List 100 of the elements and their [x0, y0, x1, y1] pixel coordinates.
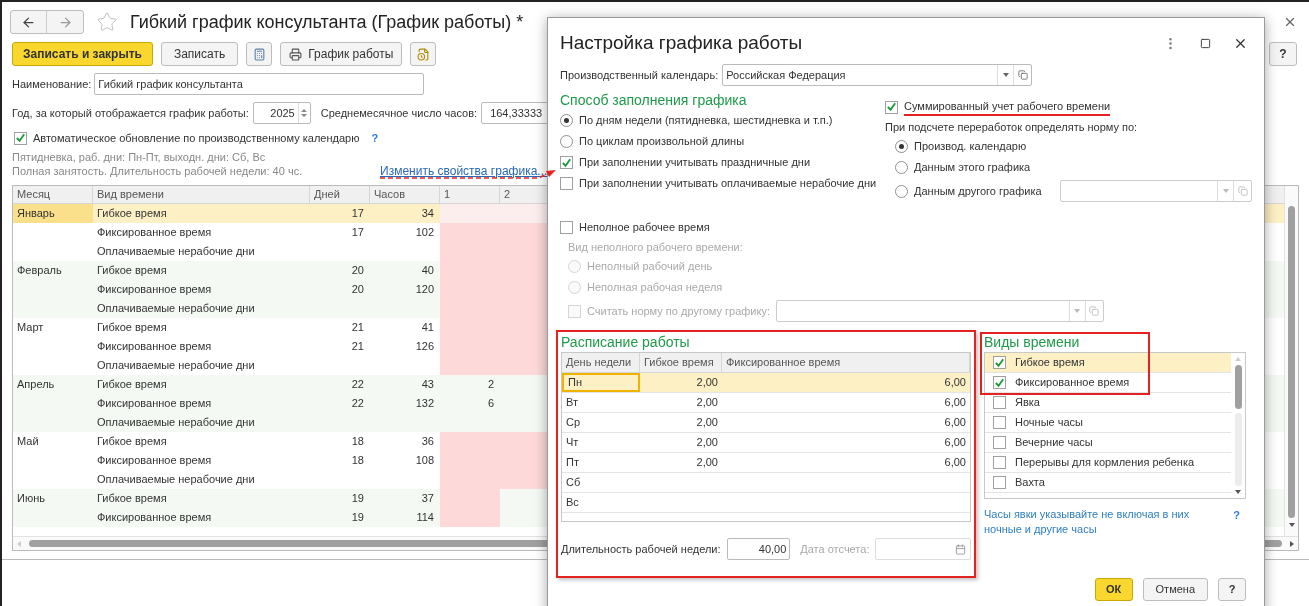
other-norm-field[interactable] — [776, 300, 1104, 322]
week-length-field[interactable]: 40,00 — [726, 538, 791, 560]
list-item[interactable]: Фиксированное время — [985, 373, 1231, 393]
open-icon[interactable] — [1233, 181, 1251, 201]
close-icon[interactable] — [1283, 15, 1297, 29]
checkbox[interactable] — [885, 100, 898, 114]
table-cell-text: 2 — [486, 377, 495, 393]
section-heading: Расписание работы — [561, 332, 691, 352]
column-header[interactable]: Вид времени — [93, 186, 310, 203]
calendar-field[interactable]: Российская Федерация — [722, 64, 1033, 86]
table-cell-text: 2,00 — [695, 375, 719, 391]
list-item[interactable]: Явка — [985, 393, 1231, 413]
table-cell-text: 37 — [420, 491, 435, 507]
scroll-right-icon[interactable] — [1290, 540, 1294, 547]
column-header[interactable]: 1 — [440, 186, 500, 203]
table-row[interactable]: Пн 2,00 6,00 — [562, 373, 970, 393]
radio-button[interactable] — [895, 161, 908, 174]
table-cell-text: 22 — [350, 396, 365, 412]
table-row[interactable]: Вт 2,00 6,00 — [562, 393, 970, 413]
part-time-kind-label: Вид неполного рабочего времени: — [568, 239, 744, 255]
table-cell-text: Май — [16, 434, 40, 450]
help-button[interactable]: ? — [1218, 578, 1246, 601]
checkbox[interactable] — [992, 396, 1006, 409]
checkbox[interactable] — [992, 376, 1006, 389]
checkbox[interactable] — [568, 304, 581, 318]
checkbox[interactable] — [14, 131, 27, 145]
ok-button[interactable]: ОК — [1094, 578, 1133, 601]
radio-button[interactable] — [895, 140, 908, 153]
spin-icon[interactable] — [297, 103, 310, 123]
scrollbar-thumb[interactable] — [1288, 206, 1295, 518]
table-cell-text: Гибкое время — [96, 434, 168, 450]
radio-button[interactable] — [895, 184, 908, 198]
checkbox-label: Суммированный учет рабочего времени — [904, 98, 1111, 116]
vertical-scrollbar[interactable] — [1284, 186, 1298, 536]
checkbox-label: Автоматическое обновление по производственному календарю — [33, 130, 360, 146]
radio-label: Неполная рабочая неделя — [587, 280, 723, 296]
help-button[interactable]: ? — [1269, 42, 1297, 66]
change-properties-link[interactable]: Изменить свойства графика... — [380, 164, 548, 178]
checkbox[interactable] — [992, 356, 1006, 369]
field-label: Длительность рабочей недели: — [561, 541, 721, 557]
checkbox[interactable] — [992, 416, 1006, 429]
checkbox[interactable] — [560, 156, 573, 169]
calculator-button[interactable] — [246, 42, 273, 66]
help-link[interactable]: ? — [1233, 507, 1240, 524]
report-button[interactable] — [410, 42, 437, 66]
cancel-button[interactable]: Отмена — [1142, 578, 1208, 601]
list-item[interactable]: Вечерние часы — [985, 433, 1231, 453]
table-row[interactable]: Чт 2,00 6,00 — [562, 433, 970, 453]
help-link[interactable]: ? — [371, 129, 379, 147]
list-item-label: Вечерние часы — [1014, 435, 1093, 451]
column-header[interactable]: Дней — [310, 186, 370, 203]
table-cell-text: Оплачиваемые нерабочие дни — [96, 301, 256, 317]
scroll-down-icon[interactable] — [1288, 523, 1295, 527]
column-header[interactable]: Гибкое время — [640, 353, 722, 372]
checkbox[interactable] — [560, 177, 573, 190]
scrollbar-thumb[interactable] — [1234, 365, 1242, 409]
column-header[interactable]: Месяц — [13, 186, 93, 203]
star-icon[interactable] — [96, 11, 118, 33]
scroll-left-icon[interactable] — [17, 540, 21, 547]
table-cell-text: 2,00 — [695, 435, 719, 451]
radio-button[interactable] — [560, 114, 573, 127]
table-row[interactable]: Ср 2,00 6,00 — [562, 413, 970, 433]
table-cell-text: 102 — [414, 225, 435, 241]
table-cell-text: Июнь — [16, 491, 46, 507]
table-row[interactable]: Вс — [562, 493, 970, 513]
start-date-field[interactable] — [875, 538, 971, 560]
checkbox[interactable] — [992, 436, 1006, 449]
name-field[interactable]: Гибкий график консультанта — [94, 73, 425, 95]
list-item[interactable]: Вахта — [985, 473, 1231, 493]
checkbox[interactable] — [992, 456, 1006, 469]
print-button[interactable]: График работы — [280, 42, 403, 66]
column-header[interactable]: Часов — [370, 186, 440, 203]
list-item[interactable]: Перерывы для кормления ребенка — [985, 453, 1231, 473]
list-item[interactable]: Гибкое время — [985, 353, 1231, 373]
table-row[interactable]: Сб — [562, 473, 970, 493]
table-cell-text: Оплачиваемые нерабочие дни — [96, 244, 256, 260]
table-cell-text: 17 — [350, 225, 365, 241]
other-schedule-field[interactable] — [1060, 180, 1252, 202]
table-cell-text: 18 — [350, 434, 365, 450]
table-cell-text: 36 — [420, 434, 435, 450]
maximize-icon[interactable] — [1200, 37, 1211, 49]
radio-button[interactable] — [560, 135, 573, 148]
list-item[interactable]: Ночные часы — [985, 413, 1231, 433]
year-field[interactable]: 2025 — [252, 102, 311, 124]
column-header[interactable]: День недели — [562, 353, 640, 372]
table-cell-text: 6 — [486, 396, 495, 412]
save-close-button[interactable]: Записать и закрыть — [12, 42, 153, 66]
table-cell-text: Гибкое время — [96, 206, 168, 222]
dialog-title: Настройка графика работы — [560, 30, 803, 55]
checkbox[interactable] — [560, 220, 573, 234]
calendar-icon[interactable] — [955, 543, 966, 555]
table-cell-text: Фиксированное время — [96, 453, 213, 469]
table-row[interactable]: Пт 2,00 6,00 — [562, 453, 970, 473]
checkbox-label: При заполнении учитывать оплачиваемые нерабочие дни — [579, 176, 877, 192]
save-button[interactable]: Записать — [160, 42, 239, 66]
column-header[interactable]: Фиксированное время — [722, 353, 970, 372]
table-cell-text: 6,00 — [943, 375, 967, 391]
radio-label: Данным этого графика — [914, 160, 1032, 176]
table-cell-text: Февраль — [16, 263, 63, 279]
checkbox[interactable] — [992, 476, 1006, 489]
